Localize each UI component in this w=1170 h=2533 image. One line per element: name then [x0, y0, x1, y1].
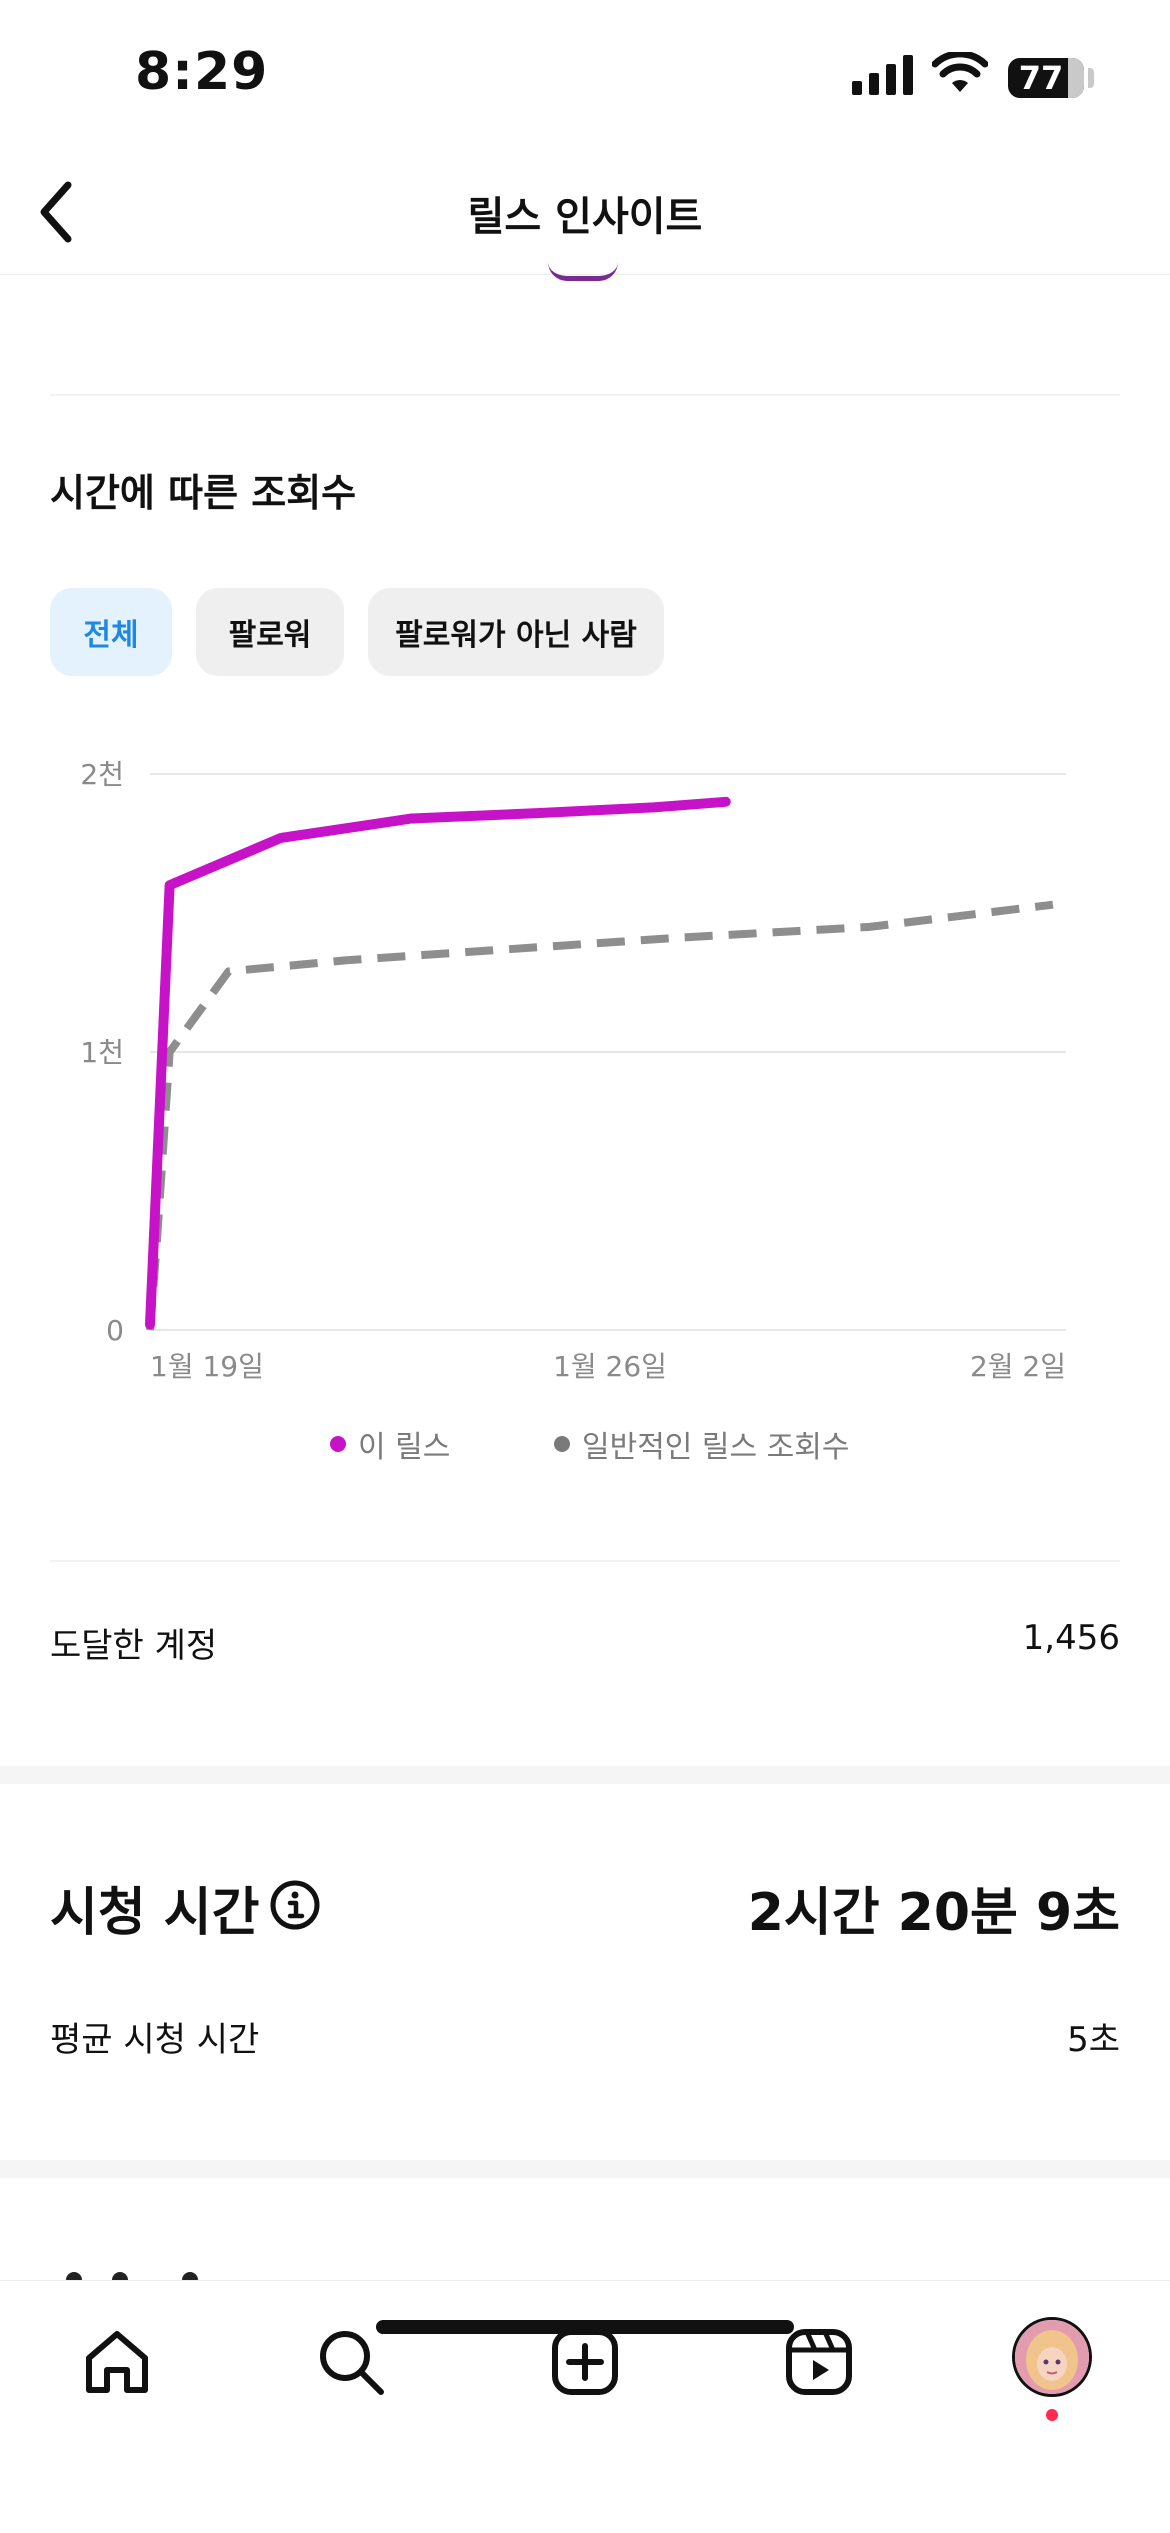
- status-time: 8:29: [135, 42, 269, 102]
- average-watch-time-value: 5초: [1067, 2020, 1120, 2060]
- legend-dot-typical: [554, 1436, 570, 1452]
- divider: [50, 394, 1120, 396]
- series-line-this-reel: [145, 796, 731, 1330]
- y-tick-label: 1천: [80, 1036, 124, 1069]
- signal-icon: [852, 55, 913, 95]
- views-chart: 2천 1천 0 1월 19일 1월 26일 2월 2일: [80, 758, 1066, 1383]
- home-indicator: [376, 2320, 794, 2334]
- page-title: 릴스 인사이트: [467, 194, 703, 240]
- section-separator: [0, 1766, 1170, 1784]
- filter-chip-followers[interactable]: 팔로워: [196, 588, 344, 676]
- wifi-icon: [932, 52, 988, 92]
- battery-icon: 77: [1008, 58, 1084, 98]
- legend-this-reel: 이 릴스: [330, 1422, 450, 1466]
- home-tab[interactable]: [72, 2317, 162, 2407]
- series-line-typical-reels: [146, 900, 1054, 1331]
- notification-dot: [1046, 2409, 1058, 2421]
- x-tick-label: 2월 2일: [970, 1350, 1066, 1383]
- average-watch-time-label: 평균 시청 시간: [50, 2020, 260, 2060]
- home-icon: [86, 2331, 148, 2393]
- watch-time-title: 시청 시간: [50, 1883, 260, 1943]
- divider: [50, 1560, 1120, 1562]
- section-separator: [0, 2160, 1170, 2178]
- section-title: 시간에 따른 조회수: [50, 471, 357, 515]
- bottom-tab-bar: [0, 2280, 1170, 2533]
- battery-level: 77: [1018, 59, 1064, 97]
- legend-dot-this-reel: [330, 1436, 346, 1452]
- info-icon[interactable]: [268, 1878, 322, 1936]
- x-tick-label: 1월 26일: [553, 1350, 667, 1383]
- navigation-header: 릴스 인사이트: [0, 150, 1170, 275]
- x-tick-label: 1월 19일: [150, 1350, 264, 1383]
- legend-typical-reels: 일반적인 릴스 조회수: [554, 1422, 849, 1466]
- watch-time-value: 2시간 20분 9초: [747, 1883, 1120, 1943]
- reach-label: 도달한 계정: [50, 1626, 218, 1666]
- search-icon: [320, 2331, 384, 2395]
- status-bar: 8:29 77: [0, 0, 1170, 150]
- y-tick-label: 0: [106, 1314, 124, 1347]
- filter-chip-non-followers[interactable]: 팔로워가 아닌 사람: [368, 588, 664, 676]
- y-tick-label: 2천: [80, 758, 124, 791]
- profile-avatar[interactable]: [1012, 2317, 1092, 2397]
- reach-value: 1,456: [1022, 1618, 1120, 1658]
- create-icon: [552, 2329, 618, 2395]
- reels-icon: [786, 2329, 852, 2395]
- filter-chip-all[interactable]: 전체: [50, 588, 172, 676]
- scrolled-content-edge: [548, 262, 618, 281]
- avatar-image: [1015, 2320, 1089, 2394]
